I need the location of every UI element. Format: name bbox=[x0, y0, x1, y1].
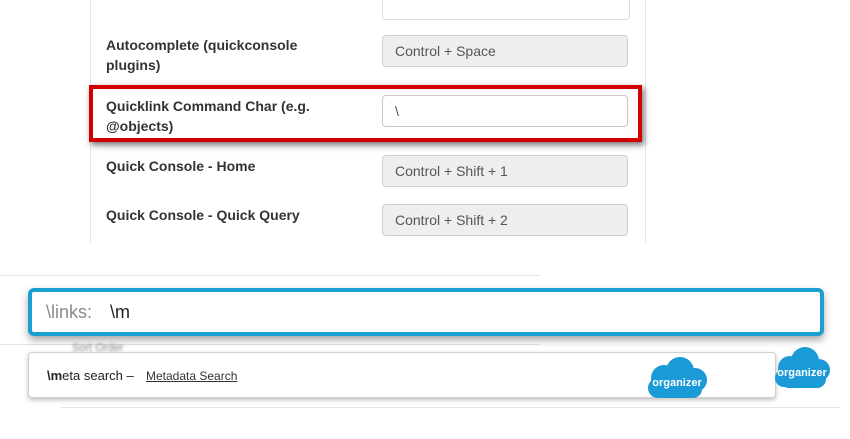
quicklink-char-input[interactable]: \ bbox=[382, 95, 628, 127]
metadata-search-link[interactable]: Metadata Search bbox=[146, 369, 237, 383]
setting-value-quick-console-home[interactable]: Control + Shift + 1 bbox=[382, 155, 628, 187]
organizer-logo-text: organizer bbox=[777, 367, 827, 379]
console-prefix: \links: bbox=[46, 302, 93, 322]
organizer-logo-text: organizer bbox=[652, 377, 702, 389]
quick-console-bar[interactable]: \links: \m bbox=[28, 288, 824, 336]
setting-label-quick-query: Quick Console - Quick Query bbox=[106, 207, 300, 223]
divider bbox=[0, 275, 540, 276]
divider bbox=[60, 407, 840, 408]
setting-value-quick-query[interactable]: Control + Shift + 2 bbox=[382, 204, 628, 236]
suggestion-command-rest: eta search – bbox=[62, 368, 134, 383]
setting-label-quicklink-char: Quicklink Command Char (e.g. @objects) bbox=[106, 98, 310, 134]
previous-setting-input[interactable] bbox=[382, 0, 630, 20]
organizer-cloud-logo: organizer bbox=[775, 347, 830, 388]
setting-label-quick-console-home: Quick Console - Home bbox=[106, 158, 256, 174]
console-input[interactable]: \m bbox=[110, 302, 130, 323]
organizer-cloud-logo: organizer bbox=[648, 357, 707, 398]
suggestion-command-bold: \m bbox=[47, 368, 63, 383]
setting-label-autocomplete: Autocomplete (quickconsole plugins) bbox=[106, 37, 298, 73]
setting-value-autocomplete[interactable]: Control + Space bbox=[382, 35, 628, 67]
suggestion-item[interactable]: \meta search – bbox=[47, 368, 134, 383]
